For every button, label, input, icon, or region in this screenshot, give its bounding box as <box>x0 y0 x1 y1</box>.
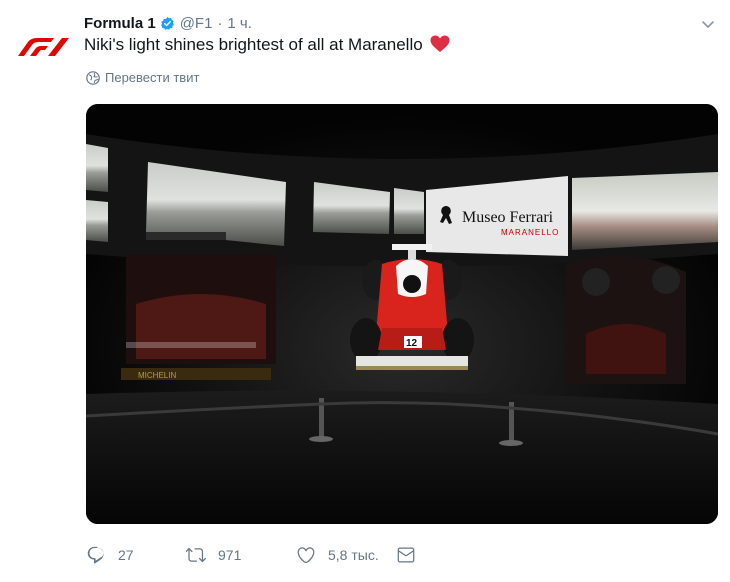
verified-badge-icon <box>160 16 174 30</box>
like-count: 5,8 тыс. <box>328 547 379 563</box>
retweet-count: 971 <box>218 547 242 563</box>
retweet-button[interactable]: 971 <box>186 540 296 570</box>
tweet-media-image[interactable]: Museo Ferrari MARANELLO MICHELIN 12 <box>86 104 718 524</box>
left-car: MICHELIN <box>121 232 276 380</box>
museum-sign-title: Museo Ferrari <box>462 209 554 226</box>
reply-icon <box>87 546 104 564</box>
museum-photo: Museo Ferrari MARANELLO MICHELIN 12 <box>86 104 718 524</box>
heart-emoji-icon <box>430 35 450 52</box>
reply-button[interactable]: 27 <box>86 540 186 570</box>
tweet-header: Formula 1 @F1 · 1 ч. <box>84 12 710 34</box>
globe-icon <box>86 70 100 85</box>
retweet-icon <box>186 547 206 563</box>
tweet-actions: 27 971 5,8 тыс. <box>86 540 426 570</box>
direct-message-button[interactable] <box>396 540 426 570</box>
tweet-time[interactable]: 1 ч. <box>227 15 252 32</box>
car-number: 12 <box>406 338 418 349</box>
heart-icon <box>297 547 315 564</box>
separator-dot: · <box>217 14 223 32</box>
translate-label: Перевести твит <box>105 70 200 85</box>
f1-logo <box>18 38 69 56</box>
author-handle[interactable]: @F1 <box>180 15 213 32</box>
like-button[interactable]: 5,8 тыс. <box>296 540 396 570</box>
tweet-text-body: Niki's light shines brightest of all at … <box>84 35 423 54</box>
reply-count: 27 <box>118 547 134 563</box>
tweet-text: Niki's light shines brightest of all at … <box>84 35 450 55</box>
museum-sign-subtitle: MARANELLO <box>501 228 559 237</box>
plaque-left-text: MICHELIN <box>138 371 176 380</box>
author-name[interactable]: Formula 1 <box>84 15 156 32</box>
right-car <box>566 255 686 384</box>
envelope-icon <box>397 547 415 563</box>
translate-tweet-link[interactable]: Перевести твит <box>86 70 199 85</box>
chevron-down-icon[interactable] <box>700 16 716 32</box>
